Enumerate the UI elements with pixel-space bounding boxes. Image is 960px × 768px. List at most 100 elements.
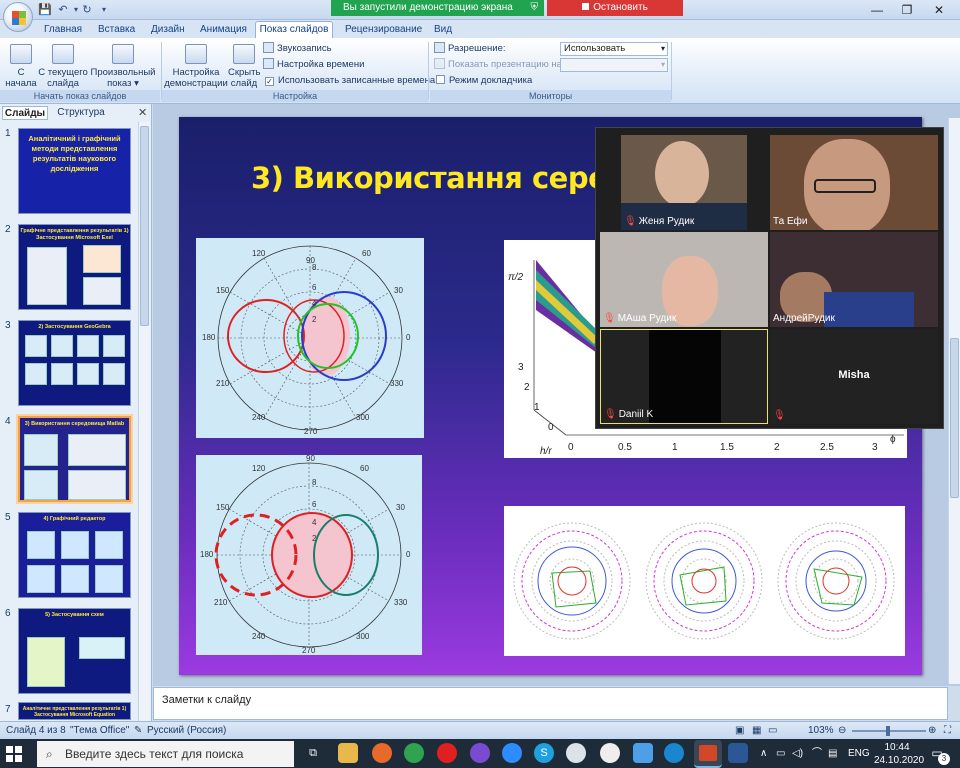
video-tile-active-speaker[interactable]: 🎙 Daniil K <box>600 329 768 424</box>
custom-show-button[interactable]: Произвольный показ ▾ <box>90 44 156 89</box>
use-timings-checkbox[interactable]: ✓ Использовать записанные времена <box>265 74 435 88</box>
edge-icon[interactable] <box>664 743 684 763</box>
tab-home[interactable]: Главная <box>44 22 82 38</box>
fit-window-icon[interactable]: ⛶ <box>944 722 951 739</box>
video-tile[interactable]: 🎙 МАша Рудик <box>600 232 768 327</box>
panel-scrollbar[interactable] <box>138 122 150 722</box>
custom-show-icon <box>112 44 134 64</box>
task-view-icon[interactable]: ⧉ <box>303 743 323 763</box>
slideshow-view-icon[interactable]: ▭ <box>768 722 777 739</box>
tray-clock[interactable]: 10:44 24.10.2020 <box>874 740 924 768</box>
record-narration-button[interactable]: Звукозапись <box>263 42 332 56</box>
tab-outline[interactable]: Структура <box>50 106 112 120</box>
slide-thumb-3[interactable]: 2) Застосування GeoGebra <box>18 320 131 406</box>
slide-thumb-4-selected[interactable]: 3) Використання середовища Matlab <box>18 416 131 502</box>
status-theme[interactable]: "Тема Office" <box>70 722 129 739</box>
tick-label: 120 <box>252 249 266 258</box>
chrome-icon[interactable] <box>404 743 424 763</box>
save-icon[interactable]: 💾 <box>38 3 52 17</box>
editor-scroll-thumb[interactable] <box>950 338 959 498</box>
video-tile[interactable]: Та Ефи <box>770 135 938 230</box>
taskbar-search[interactable]: ⌕ Введите здесь текст для поиска <box>37 741 294 767</box>
projector-icon <box>10 44 32 64</box>
firefox-icon[interactable] <box>372 743 392 763</box>
tray-language[interactable]: ENG <box>848 739 870 768</box>
video-tile[interactable]: Misha 🎙 <box>770 329 938 424</box>
tray-volume-icon[interactable]: ◁) <box>792 739 803 768</box>
tab-review[interactable]: Рецензирование <box>345 22 422 38</box>
powerpoint-taskbar-button[interactable] <box>694 740 722 768</box>
show-on-select[interactable]: ▾ <box>560 58 668 72</box>
setup-show-button[interactable]: Настройка демонстрации <box>164 44 228 89</box>
sorter-view-icon[interactable]: ▦ <box>752 722 761 739</box>
from-start-button[interactable]: С начала <box>4 44 38 89</box>
normal-view-icon[interactable]: ▣ <box>735 722 744 739</box>
video-call-panel[interactable]: 🎙 Женя Рудик Та Ефи 🎙 МАша Рудик АндрейРуд… <box>595 127 944 429</box>
tick-label: 2 <box>312 534 317 543</box>
thumb-image <box>95 531 123 559</box>
video-tile[interactable]: 🎙 Женя Рудик <box>621 135 747 230</box>
close-icon[interactable]: ✕ <box>928 2 950 18</box>
hide-slide-button[interactable]: Скрыть слайд <box>228 44 260 89</box>
zoom-level[interactable]: 103% <box>808 722 834 739</box>
tray-chevron-icon[interactable]: ∧ <box>760 739 767 768</box>
spellcheck-icon[interactable]: ✎ <box>134 722 142 739</box>
network-app-icon[interactable] <box>566 743 586 763</box>
tab-design[interactable]: Дизайн <box>151 22 185 38</box>
file-explorer-icon[interactable] <box>338 743 358 763</box>
zoom-app-icon[interactable] <box>502 743 522 763</box>
tray-keyboard-icon[interactable]: ▤ <box>828 739 837 768</box>
office-button[interactable] <box>3 2 33 32</box>
chevron-down-icon: ▾ <box>660 44 665 53</box>
tray-wifi-icon[interactable]: ⌒ <box>812 739 822 768</box>
presenter-view-checkbox[interactable]: Режим докладчика <box>436 74 532 88</box>
zoom-out-icon[interactable]: ⊖ <box>838 722 846 739</box>
slide-thumb-7[interactable]: Аналітичне представлення результатів 1) … <box>18 702 131 720</box>
share-notice-text: Вы запустили демонстрацию экрана <box>343 2 513 13</box>
tab-slides[interactable]: Слайды <box>2 106 48 120</box>
minimize-icon[interactable]: — <box>866 2 888 18</box>
tick-label: 210 <box>214 598 228 607</box>
tick-label: 0 <box>406 550 411 559</box>
opera-icon[interactable] <box>437 743 457 763</box>
resolution-select[interactable]: Использовать текуще...▾ <box>560 42 668 66</box>
mail-icon[interactable] <box>633 743 653 763</box>
editor-scrollbar[interactable] <box>948 118 960 684</box>
redo-icon[interactable]: ↻ <box>80 3 94 17</box>
from-current-button[interactable]: С текущего слайда <box>38 44 88 89</box>
slide-thumb-5[interactable]: 4) Графічний редактор <box>18 512 131 598</box>
muted-mic-icon: 🎙 <box>603 313 616 324</box>
restore-icon[interactable]: ❐ <box>896 2 918 18</box>
slide-thumb-1[interactable]: Аналітичний і графічний методи представл… <box>18 128 131 214</box>
tab-slideshow[interactable]: Показ слайдов <box>255 21 333 39</box>
settings-app-icon[interactable] <box>600 743 620 763</box>
video-tile[interactable]: АндрейРудик <box>770 232 938 327</box>
skype-icon[interactable]: S <box>534 743 554 763</box>
tab-view[interactable]: Вид <box>434 22 452 38</box>
thumb-title: 4) Графічний редактор <box>43 516 106 522</box>
slide-notes[interactable]: Заметки к слайду <box>153 687 948 720</box>
tick-label: 240 <box>252 413 266 422</box>
rehearse-timings-button[interactable]: Настройка времени <box>263 58 364 72</box>
monitors-group-label: Мониторы <box>430 90 671 102</box>
status-language[interactable]: Русский (Россия) <box>147 722 226 739</box>
green-polygon <box>679 566 727 606</box>
word-icon[interactable] <box>728 743 748 763</box>
tab-animation[interactable]: Анимация <box>200 22 247 38</box>
panel-close-icon[interactable]: ✕ <box>138 106 147 119</box>
stop-share-button[interactable]: Остановить демонстрацию <box>547 0 683 29</box>
slide-title[interactable]: 3) Використання середовища Matlab <box>251 161 596 195</box>
slide-thumb-6[interactable]: 5) Застосування схем <box>18 608 131 694</box>
zoom-in-icon[interactable]: ⊕ <box>928 722 936 739</box>
zoom-slider-thumb[interactable] <box>886 726 890 736</box>
viber-icon[interactable] <box>470 743 490 763</box>
panel-scroll-thumb[interactable] <box>140 126 149 326</box>
chevron-down-icon: ▾ <box>660 60 665 69</box>
slide-thumb-2[interactable]: Графічне представлення результатів 1) За… <box>18 224 131 310</box>
axis-tick: 1 <box>672 442 678 453</box>
undo-icon[interactable]: ↶ <box>56 3 70 17</box>
tab-insert[interactable]: Вставка <box>98 22 135 38</box>
tray-network-icon[interactable]: ▭ <box>776 739 785 768</box>
windows-start-icon[interactable] <box>6 746 22 762</box>
qat-customize-icon[interactable]: ▾ <box>97 3 111 17</box>
